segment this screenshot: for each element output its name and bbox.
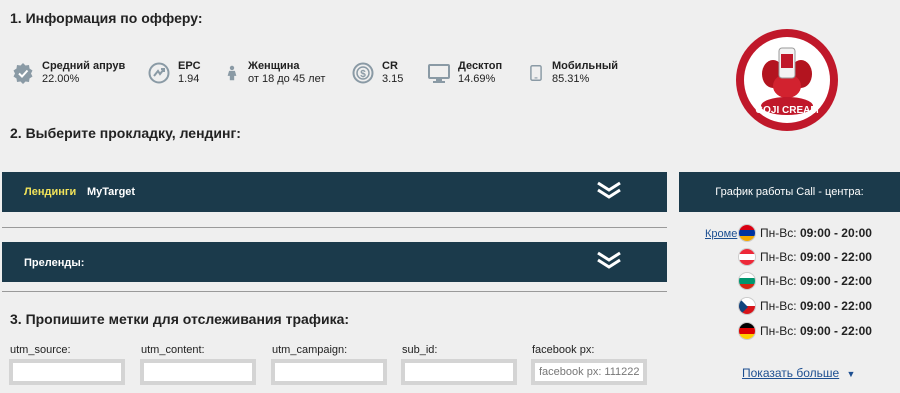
schedule-days: Пн-Вс: [760,226,797,240]
schedule-row-germany: Пн-Вс: 09:00 - 22:00 [738,322,872,340]
section-3-title: 3. Пропишите метки для отслеживания траф… [10,311,350,327]
schedule-row-armenia: Пн-Вс: 09:00 - 20:00 [738,224,872,242]
landings-label: Лендинги [24,186,77,198]
section-1-title: 1. Информация по офферу: [10,10,203,26]
approve-badge-icon [13,63,33,84]
stat-cr: $ CR 3.15 [352,60,403,86]
prelands-accordion[interactable]: Преленды: [2,242,667,282]
section-2-title: 2. Выберите прокладку, лендинг: [10,125,241,141]
show-more-label: Показать больше [742,366,840,380]
schedule-days: Пн-Вс: [760,324,797,338]
schedule-hours: 09:00 - 20:00 [799,226,872,240]
stat-cr-value: 3.15 [382,73,404,85]
epc-icon [148,62,170,84]
stat-gender: Женщина от 18 до 45 лет [224,60,325,86]
germany-flag-icon [738,322,756,340]
desktop-icon [428,64,450,83]
utm-campaign-label: utm_campaign: [272,344,348,356]
except-link[interactable]: Кроме [705,228,737,240]
call-center-title: График работы Call - центра: [715,186,864,198]
bulgaria-flag-icon [738,272,756,290]
schedule-days: Пн-Вс: [760,250,797,264]
landings-accordion[interactable]: Лендинги MyTarget [2,172,667,212]
stat-gender-value: от 18 до 45 лет [248,73,326,85]
schedule-row-bulgaria: Пн-Вс: 09:00 - 22:00 [738,272,872,290]
schedule-hours: 09:00 - 22:00 [799,250,872,264]
schedule-hours: 09:00 - 22:00 [799,299,872,313]
stat-mobile: Мобильный 85.31% [528,60,618,86]
chevron-down-icon[interactable] [596,250,622,270]
utm-source-input[interactable] [9,359,125,385]
divider [2,227,667,228]
stat-mobile-label: Мобильный [552,60,618,72]
schedule-row-austria: Пн-Вс: 09:00 - 22:00 [738,248,872,266]
woman-icon [227,65,237,81]
mobile-icon [530,65,542,81]
caret-down-icon: ▼ [846,369,856,379]
call-center-header: График работы Call - центра: [679,172,900,212]
czech-flag-icon [738,297,756,315]
sub-id-input[interactable] [401,359,517,385]
stat-approve-value: 22.00% [42,73,80,85]
armenia-flag-icon [738,224,756,242]
stat-epc-label: EPC [178,60,201,72]
stat-epc-value: 1.94 [178,73,200,85]
stat-cr-label: CR [382,60,398,72]
svg-text:$: $ [360,69,366,80]
stat-desktop-value: 14.69% [458,73,496,85]
schedule-days: Пн-Вс: [760,299,797,313]
utm-campaign-input[interactable] [271,359,387,385]
facebook-px-label: facebook px: [532,344,595,356]
utm-source-label: utm_source: [10,344,71,356]
landings-value: MyTarget [87,186,136,198]
austria-flag-icon [738,248,756,266]
stat-gender-label: Женщина [248,60,300,72]
divider [2,291,667,292]
show-more-link[interactable]: Показать больше ▼ [742,366,855,380]
utm-content-input[interactable] [140,359,256,385]
sub-id-label: sub_id: [402,344,438,356]
offer-logo: GOJI CREAM [735,28,839,132]
stat-mobile-value: 85.31% [552,73,590,85]
schedule-hours: 09:00 - 22:00 [799,324,872,338]
schedule-row-czech: Пн-Вс: 09:00 - 22:00 [738,297,872,315]
stat-desktop: Десктоп 14.69% [428,60,502,86]
logo-text: GOJI CREAM [755,105,819,116]
stat-desktop-label: Десктоп [458,60,503,72]
stat-approve-label: Средний апрув [42,60,126,72]
facebook-px-input[interactable] [531,359,647,385]
cr-icon: $ [352,62,374,84]
schedule-hours: 09:00 - 22:00 [799,274,872,288]
chevron-down-icon[interactable] [596,180,622,200]
prelands-label: Преленды: [24,257,85,269]
goji-cream-logo-icon [736,29,838,131]
stat-approve: Средний апрув 22.00% [12,60,125,86]
schedule-days: Пн-Вс: [760,274,797,288]
stat-epc: EPC 1.94 [148,60,201,86]
utm-content-label: utm_content: [141,344,205,356]
